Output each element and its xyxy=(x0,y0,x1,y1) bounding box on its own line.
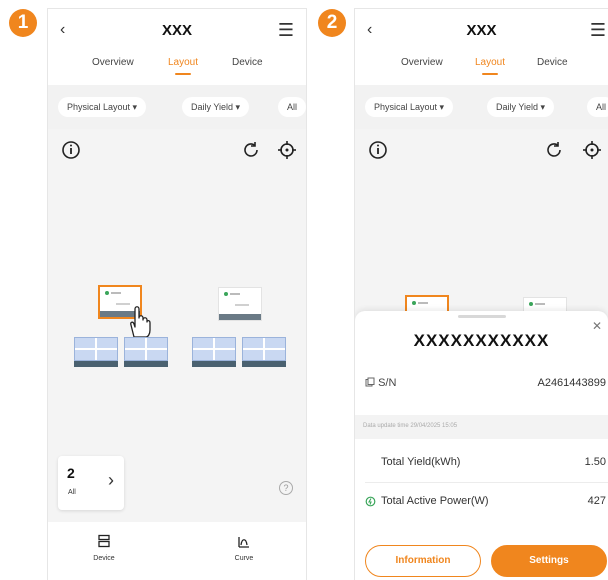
layout-canvas[interactable] xyxy=(355,129,608,331)
pv-panel[interactable] xyxy=(124,337,168,367)
filter-physical-layout[interactable]: Physical Layout ▾ xyxy=(58,97,147,117)
active-power-value: 427 xyxy=(587,495,606,507)
inverter[interactable] xyxy=(218,287,262,321)
pv-panel[interactable] xyxy=(192,337,236,367)
serial-number-label: S/N xyxy=(378,377,397,389)
nav-curve[interactable]: Curve xyxy=(214,534,274,562)
nav-label: Curve xyxy=(234,555,254,562)
total-yield-label: Total Yield(kWh) xyxy=(381,456,461,468)
help-icon[interactable]: ? xyxy=(279,481,293,495)
filter-daily-yield[interactable]: Daily Yield ▾ xyxy=(182,97,250,117)
divider xyxy=(365,482,608,483)
data-update-time: Data update time 29/04/2025 15:05 xyxy=(355,415,608,439)
tab-device[interactable]: Device xyxy=(232,57,263,68)
tab-overview[interactable]: Overview xyxy=(401,57,443,68)
tab-device[interactable]: Device xyxy=(537,57,568,68)
device-count: 2 xyxy=(67,465,75,481)
filter-label: Daily Yield xyxy=(191,102,234,112)
filter-bar: Physical Layout ▾ Daily Yield ▾ All xyxy=(48,85,306,129)
serial-number-value: A2461443899 xyxy=(537,377,606,389)
phone-screen-layout: ‹ XXX ☰ Overview Layout Device Physical … xyxy=(47,8,307,580)
device-count-label: All xyxy=(68,489,76,496)
tab-bar: Overview Layout Device xyxy=(48,57,306,79)
serial-number-icon xyxy=(365,377,375,387)
device-detail-sheet: ✕ XXXXXXXXXXX S/N A2461443899 Data updat… xyxy=(355,311,608,580)
nav-label: Device xyxy=(93,555,115,562)
refresh-icon[interactable] xyxy=(543,139,565,161)
hamburger-menu-icon[interactable]: ☰ xyxy=(590,20,606,41)
active-power-label: Total Active Power(W) xyxy=(381,495,489,507)
step-badge-1: 1 xyxy=(9,9,37,37)
hand-tap-icon xyxy=(130,306,151,338)
layout-canvas[interactable]: 2 All › ? xyxy=(48,129,306,522)
curve-icon xyxy=(238,537,249,548)
device-summary-card[interactable]: 2 All › xyxy=(58,456,124,510)
pv-panel[interactable] xyxy=(74,337,118,367)
filter-label: Daily Yield xyxy=(496,102,539,112)
settings-button[interactable]: Settings xyxy=(491,545,607,577)
serial-number-row: S/N A2461443899 xyxy=(365,377,608,393)
locate-icon[interactable] xyxy=(276,139,298,161)
page-title: XXX xyxy=(466,22,497,39)
drag-handle[interactable] xyxy=(457,315,506,318)
power-icon xyxy=(365,496,376,507)
total-yield-value: 1.50 xyxy=(584,456,606,468)
info-icon[interactable] xyxy=(60,139,82,161)
page-title: XXX xyxy=(161,22,192,39)
device-icon xyxy=(98,534,110,548)
tab-overview[interactable]: Overview xyxy=(92,57,134,68)
nav-device[interactable]: Device xyxy=(74,534,134,562)
pv-panel[interactable] xyxy=(242,337,286,367)
filter-bar: Physical Layout ▾ Daily Yield ▾ All xyxy=(355,85,608,129)
refresh-icon[interactable] xyxy=(240,139,262,161)
locate-icon[interactable] xyxy=(581,139,603,161)
filter-daily-yield[interactable]: Daily Yield ▾ xyxy=(487,97,555,117)
filter-all[interactable]: All xyxy=(278,97,306,117)
step-badge-2: 2 xyxy=(318,9,346,37)
phone-screen-device-detail: ‹ XXX ☰ Overview Layout Device Physical … xyxy=(354,8,608,580)
app-header: ‹ XXX ☰ xyxy=(48,9,306,53)
active-power-row: Total Active Power(W) 427 xyxy=(355,495,608,515)
app-header: ‹ XXX ☰ xyxy=(355,9,608,53)
chevron-right-icon: › xyxy=(108,470,114,490)
filter-label: Physical Layout xyxy=(374,102,438,112)
tab-layout[interactable]: Layout xyxy=(168,57,198,75)
info-icon[interactable] xyxy=(367,139,389,161)
filter-all[interactable]: All xyxy=(587,97,608,117)
information-button[interactable]: Information xyxy=(365,545,481,577)
filter-label: All xyxy=(596,102,607,112)
tab-bar: Overview Layout Device xyxy=(355,57,608,79)
filter-label: Physical Layout xyxy=(67,102,131,112)
bottom-nav: Device Curve xyxy=(48,522,306,580)
hamburger-menu-icon[interactable]: ☰ xyxy=(278,20,294,41)
tab-layout[interactable]: Layout xyxy=(475,57,505,75)
filter-label: All xyxy=(287,102,298,112)
device-name: XXXXXXXXXXX xyxy=(413,331,550,350)
total-yield-row: Total Yield(kWh) 1.50 xyxy=(355,456,608,476)
filter-physical-layout[interactable]: Physical Layout ▾ xyxy=(365,97,454,117)
